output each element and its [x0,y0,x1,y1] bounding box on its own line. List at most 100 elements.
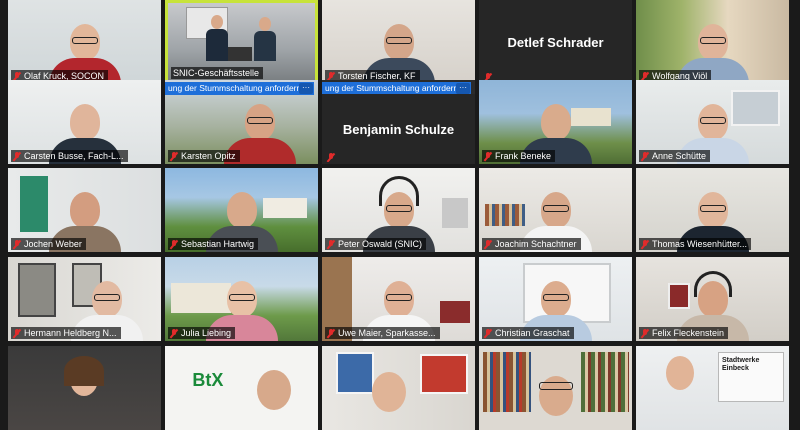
participant-name: Anne Schütte [652,151,707,161]
participant-name: Carsten Busse, Fach-L... [24,151,124,161]
banner-text: ung der Stummschaltung anfordern [325,83,459,93]
participant-tile[interactable]: Christian Graschat [479,257,632,341]
participant-avatar [372,372,406,412]
participant-name-tag: Jochen Weber [11,238,86,250]
banner-text: ung der Stummschaltung anfordern [168,83,302,93]
mic-muted-icon [484,151,492,161]
mic-muted-icon [170,151,178,161]
participant-name: Frank Beneke [495,151,552,161]
participant-tile[interactable] [322,346,475,430]
participant-name-tag: SNIC-Geschäftsstelle [171,67,264,79]
mic-muted-icon [484,328,492,338]
mic-muted-icon [327,239,335,249]
participant-name-tag: Carsten Busse, Fach-L... [11,150,128,162]
more-options-button[interactable]: ··· [299,83,313,94]
bookshelf [581,352,629,412]
participant-tile[interactable]: Uwe Maier, Sparkasse... [322,257,475,341]
participant-tile[interactable]: Detlef Schrader [479,0,632,84]
participant-name-tag: Anne Schütte [639,150,711,162]
participant-tile[interactable]: Wolfgang Viöl [636,0,789,84]
participant-name-tag: Uwe Maier, Sparkasse... [325,327,440,339]
participant-avatar [666,356,694,390]
hair [64,356,104,386]
more-options-button[interactable]: ··· [456,83,470,94]
participant-name-tag: Felix Fleckenstein [639,327,729,339]
participant-tile[interactable]: Hermann Heldberg N... [8,257,161,341]
video-feed [165,346,318,430]
participant-tile[interactable]: ung der Stummschaltung anfordern ··· Kars… [165,80,318,164]
participant-tile[interactable]: Carsten Busse, Fach-L... [8,80,161,164]
mic-muted-icon [641,151,649,161]
wall-picture [442,198,468,228]
participant-tile[interactable]: Torsten Fischer, KF [322,0,475,84]
participant-name-tag: Hermann Heldberg N... [11,327,121,339]
participant-tile[interactable]: Jochen Weber [8,168,161,252]
participant-tile[interactable]: Olaf Kruck, SOCON [8,0,161,84]
participant-tile[interactable]: BtX [165,346,318,430]
participant-tile-active-speaker[interactable]: SNIC-Geschäftsstelle [165,0,318,84]
laptop [228,47,252,61]
wall-picture [420,354,468,394]
participant-name: Joachim Schachtner [495,239,577,249]
mic-muted-icon [170,328,178,338]
participant-name-tag: Peter Oswald (SNIC) [325,238,427,250]
participant-name-tag: Christian Graschat [482,327,574,339]
mic-muted-icon [327,153,335,162]
rollup-banner [20,176,48,232]
participant-tile[interactable]: Sebastian Hartwig [165,168,318,252]
mic-muted-icon [641,328,649,338]
participant-name-tag: Joachim Schachtner [482,238,581,250]
participant-name-tag: Julia Liebing [168,327,236,339]
participant-tile[interactable]: Thomas Wiesenhütter... [636,168,789,252]
glasses [539,382,573,390]
bookshelf [483,352,531,412]
participant-tile[interactable]: Felix Fleckenstein [636,257,789,341]
participant-tile[interactable]: Frank Beneke [479,80,632,164]
wall-picture [440,301,470,323]
participant-name: Uwe Maier, Sparkasse... [338,328,436,338]
mic-muted-icon [13,328,21,338]
participant-tile[interactable] [8,346,161,430]
mic-muted-icon [13,151,21,161]
participant-tile[interactable]: Peter Oswald (SNIC) [322,168,475,252]
mic-muted-icon [484,239,492,249]
participant-tile[interactable]: Stadtwerke Einbeck [636,346,789,430]
bookshelf [485,204,525,226]
wall-picture [336,352,374,394]
participant-display-name: Benjamin Schulze [322,94,475,164]
video-gallery: Olaf Kruck, SOCON SNIC-Geschäftsstelle T… [0,0,800,430]
mic-muted-icon [327,328,335,338]
participant-name: SNIC-Geschäftsstelle [173,68,260,78]
participant-name-tag [325,153,339,162]
participant-name: Julia Liebing [181,328,232,338]
participant-tile[interactable]: ung der Stummschaltung anfordern ··· Benj… [322,80,475,164]
participant-avatar [257,370,291,410]
participant-name-tag: Karsten Opitz [168,150,240,162]
participant-tile[interactable]: Anne Schütte [636,80,789,164]
participant-name: Jochen Weber [24,239,82,249]
participant-tile[interactable]: Julia Liebing [165,257,318,341]
unmute-request-banner[interactable]: ung der Stummschaltung anfordern ··· [165,82,314,95]
participant-name: Sebastian Hartwig [181,239,255,249]
participant-name: Hermann Heldberg N... [24,328,117,338]
participant-tile[interactable]: Joachim Schachtner [479,168,632,252]
participant-name: Thomas Wiesenhütter... [652,239,748,249]
company-logo: BtX [192,370,224,390]
participant-name: Christian Graschat [495,328,570,338]
participant-avatar [254,17,276,61]
participant-tile[interactable] [479,346,632,430]
participant-name-tag: Sebastian Hartwig [168,238,259,250]
sign: Stadtwerke Einbeck [718,352,784,402]
participant-name-tag: Frank Beneke [482,150,556,162]
mic-muted-icon [170,239,178,249]
framed-picture [18,263,56,317]
participant-name: Karsten Opitz [181,151,236,161]
participant-name: Peter Oswald (SNIC) [338,239,423,249]
mic-muted-icon [641,239,649,249]
participant-name-tag: Thomas Wiesenhütter... [639,238,752,250]
mic-muted-icon [13,239,21,249]
participant-display-name: Detlef Schrader [479,0,632,84]
sign-text: Stadtwerke Einbeck [722,357,760,372]
participant-avatar [206,15,228,61]
participant-name: Felix Fleckenstein [652,328,725,338]
